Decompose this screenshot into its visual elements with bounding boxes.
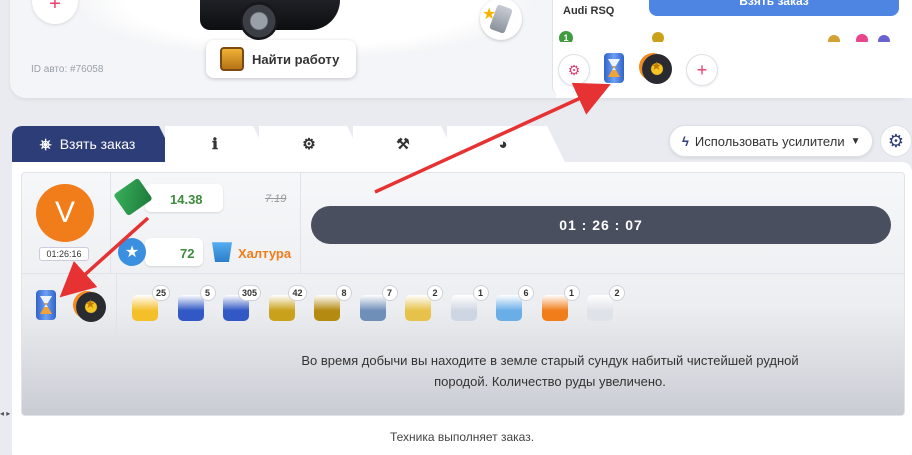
- arrow-to-top-booster: [374, 82, 611, 194]
- annotation-arrows: [59, 82, 611, 298]
- arrow-to-order-booster: [59, 216, 150, 298]
